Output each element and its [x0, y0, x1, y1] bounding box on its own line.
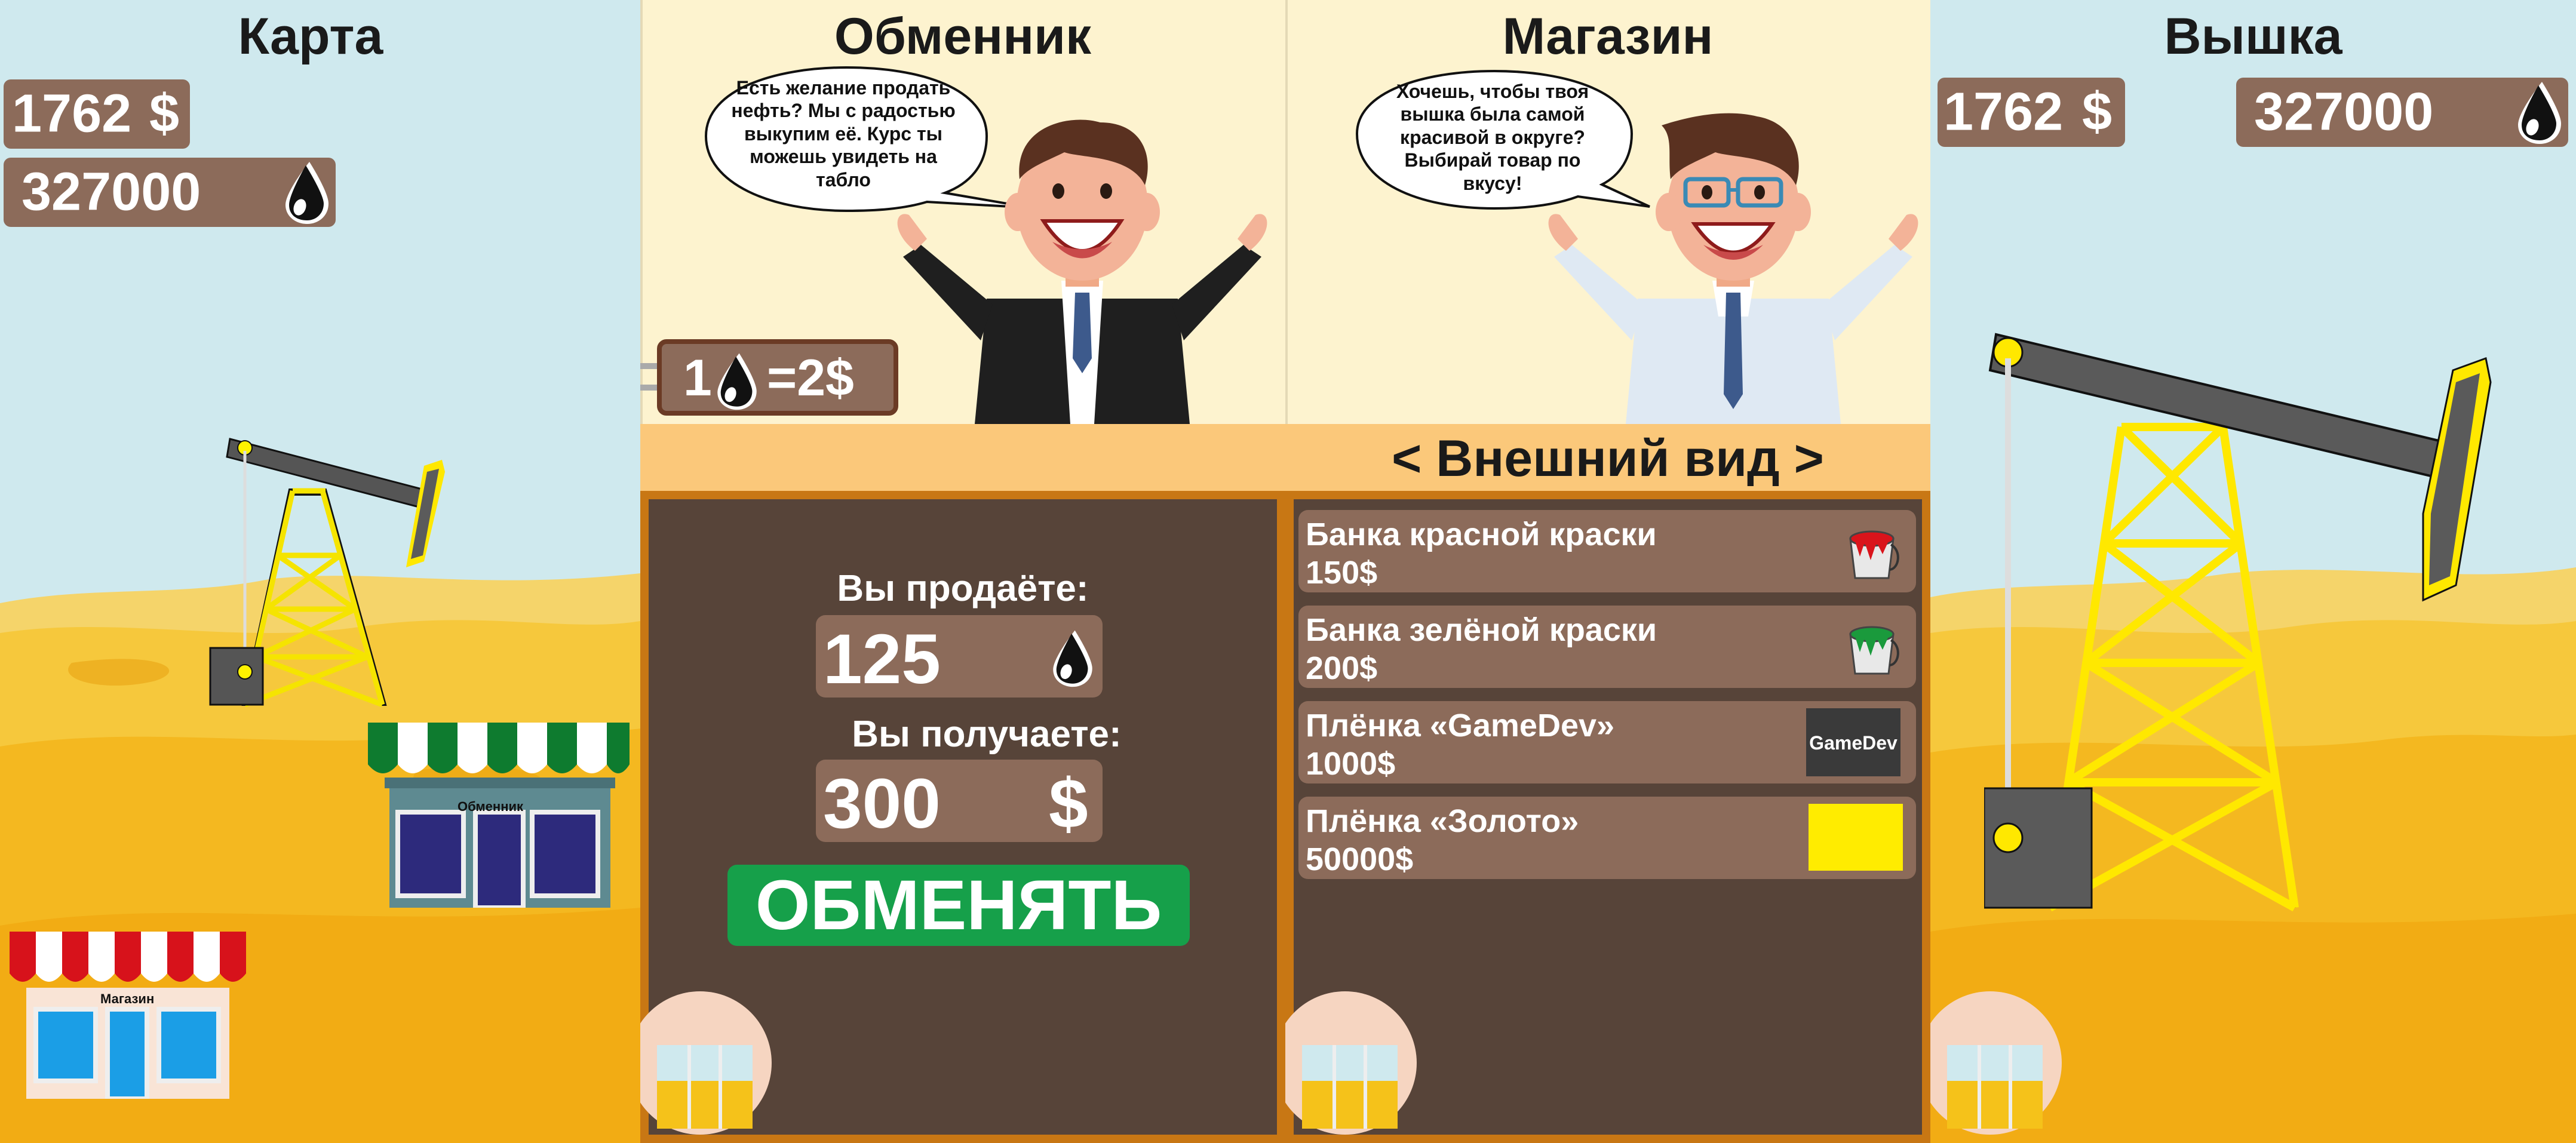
map-thumbnail-icon [1947, 1045, 2043, 1129]
category-selector[interactable]: < Внешний вид > [1285, 424, 1930, 493]
map-thumbnail-icon [1302, 1045, 1398, 1129]
money-value: 1762 [12, 84, 132, 144]
gamedev-film-label: GameDev [1809, 732, 1898, 754]
rate-right: =2$ [767, 349, 854, 407]
exchange-button[interactable]: ОБМЕНЯТЬ [727, 865, 1190, 946]
exchanger-sign: Обменник [458, 799, 524, 814]
oil-value: 327000 [2254, 82, 2434, 142]
get-amount-value: 300 [823, 764, 941, 843]
item-price: 150$ [1306, 555, 1378, 591]
sell-amount-field[interactable]: 125 [816, 615, 1103, 699]
get-label: Вы получаете: [852, 714, 1122, 755]
money-counter: 1762 $ [1938, 78, 2125, 147]
oil-drop-icon [1049, 628, 1097, 688]
red-paint-bucket-icon [1849, 530, 1899, 579]
map-thumbnail-icon [657, 1045, 753, 1129]
money-value: 1762 [1943, 82, 2064, 142]
dollar-icon: $ [2082, 82, 2113, 142]
item-name: Банка красной краски [1306, 517, 1657, 552]
tower-panel: Вышка 1762 $ 327000 [1930, 0, 2576, 1143]
money-counter: 1762 $ [4, 79, 190, 149]
exchanger-building-icon [368, 723, 630, 908]
shop-item[interactable]: Банка зелёной краски 200$ [1298, 606, 1916, 688]
shop-sign: Магазин [100, 991, 155, 1006]
oil-drop-icon [2514, 79, 2565, 145]
dollar-icon: $ [1049, 764, 1088, 843]
oil-counter: 327000 [2236, 78, 2568, 147]
green-paint-bucket-icon [1849, 626, 1899, 675]
item-name: Плёнка «Золото» [1306, 803, 1579, 839]
oil-rig[interactable] [1984, 305, 2576, 961]
oil-value: 327000 [22, 162, 201, 222]
exchange-rate-board: 1 =2$ [657, 339, 898, 416]
shop-item[interactable]: Плёнка «Золото» 50000$ [1298, 797, 1916, 879]
oil-counter: 327000 [4, 158, 336, 227]
oil-drop-icon [282, 159, 332, 225]
get-amount-field: 300 $ [816, 760, 1103, 843]
item-name: Плёнка «GameDev» [1306, 708, 1615, 743]
shop-title: Магазин [1502, 8, 1714, 65]
gamedev-film-icon: GameDev [1806, 708, 1900, 776]
tower-title: Вышка [2164, 8, 2342, 65]
dollar-icon: $ [149, 84, 180, 144]
exchanger-building[interactable]: Обменник [368, 723, 630, 908]
exchanger-panel: Обменник Есть желание продать нефть? Мы … [640, 0, 1285, 1143]
item-price: 1000$ [1306, 746, 1396, 782]
shop-item[interactable]: Банка красной краски 150$ [1298, 510, 1916, 592]
item-price: 50000$ [1306, 841, 1414, 877]
item-name: Банка зелёной краски [1306, 612, 1657, 648]
shop-item[interactable]: Плёнка «GameDev» 1000$ GameDev [1298, 701, 1916, 783]
sell-amount-value: 125 [823, 620, 941, 699]
map-panel: Карта 1762 $ 327000 Обменник Магазин [0, 0, 640, 1143]
sell-label: Вы продаёте: [837, 568, 1089, 609]
shop-character [1548, 113, 1918, 424]
item-price: 200$ [1306, 650, 1378, 686]
shop-building[interactable]: Магазин [10, 932, 246, 1099]
rate-left: 1 [683, 349, 712, 407]
counter-strip [640, 424, 1285, 493]
oil-drop-icon [713, 351, 761, 411]
exchanger-character [897, 119, 1267, 424]
gold-film-icon [1809, 804, 1903, 871]
exchanger-title: Обменник [834, 8, 1092, 65]
shop-building-icon [10, 932, 246, 1099]
page-title: Карта [238, 8, 383, 65]
oil-rig-map-icon[interactable] [203, 424, 466, 735]
